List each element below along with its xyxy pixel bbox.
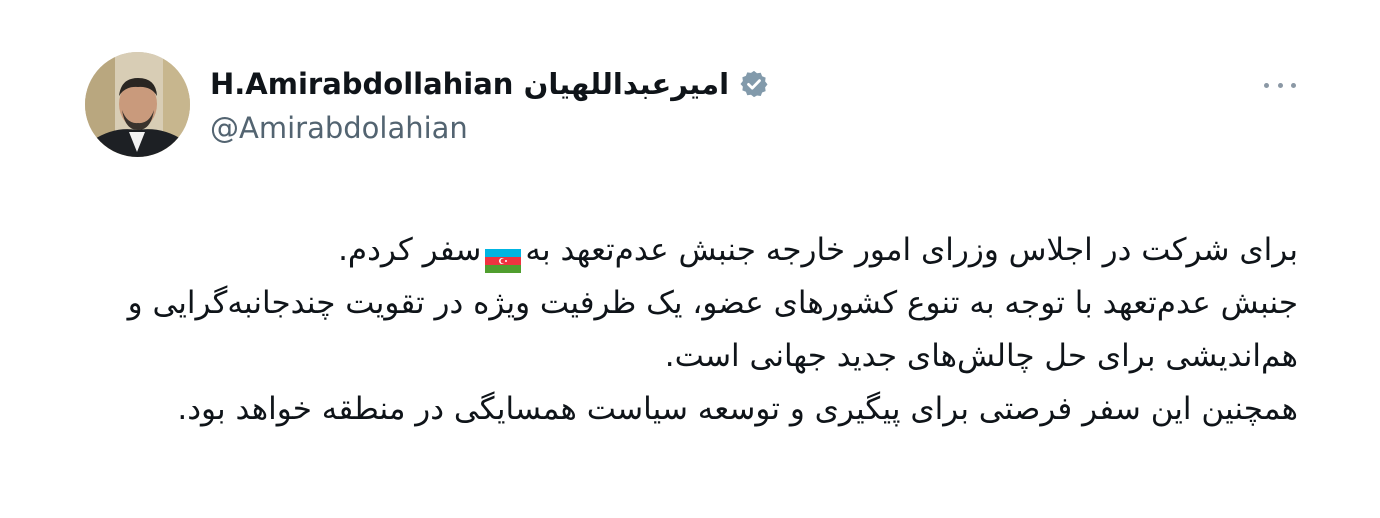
tweet-line-1-end: سفر کردم. bbox=[338, 232, 482, 268]
tweet-header: H.Amirabdollahian امیرعبداللهیان @Amirab… bbox=[210, 64, 769, 148]
azerbaijan-flag-icon bbox=[485, 237, 522, 273]
tweet-line-3: همچنین این سفر فرصتی برای پیگیری و توسعه… bbox=[177, 391, 1298, 427]
author-handle[interactable]: @Amirabdolahian bbox=[210, 108, 769, 148]
author-name-row[interactable]: H.Amirabdollahian امیرعبداللهیان bbox=[210, 64, 769, 104]
tweet-text: برای شرکت در اجلاس وزرای امور خارجه جنبش… bbox=[100, 224, 1298, 436]
tweet-line-1-text: برای شرکت در اجلاس وزرای امور خارجه جنبش… bbox=[525, 232, 1298, 268]
profile-photo bbox=[85, 52, 190, 157]
avatar[interactable] bbox=[85, 52, 190, 157]
dot bbox=[1291, 82, 1296, 88]
tweet-line-2: جنبش عدم‌تعهد با توجه به تنوع کشورهای عض… bbox=[117, 285, 1298, 374]
dot bbox=[1264, 82, 1269, 88]
tweet-line-1: برای شرکت در اجلاس وزرای امور خارجه جنبش… bbox=[100, 224, 1298, 277]
more-dots-icon[interactable] bbox=[1264, 72, 1296, 98]
dot bbox=[1277, 82, 1283, 88]
verified-badge-icon bbox=[739, 69, 769, 99]
author-display-name[interactable]: H.Amirabdollahian امیرعبداللهیان bbox=[210, 64, 729, 104]
